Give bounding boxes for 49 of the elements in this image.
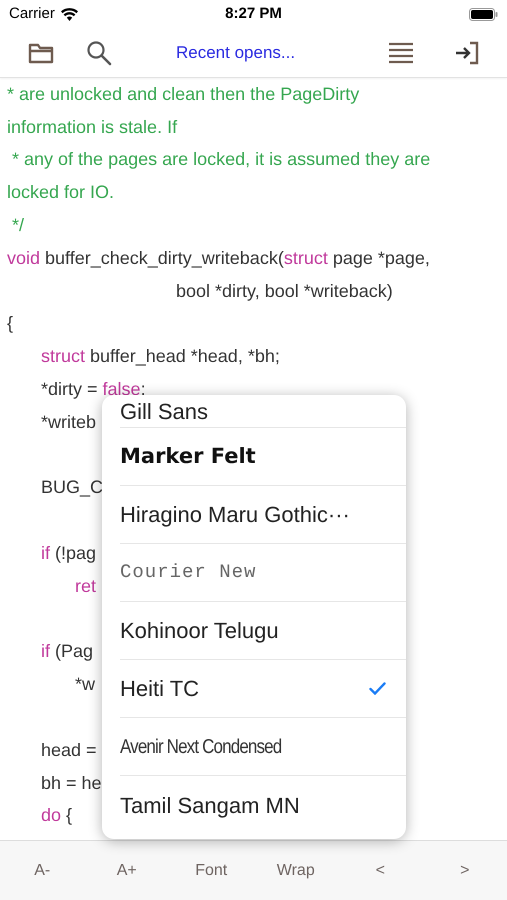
font-name: Marker Felt xyxy=(120,442,256,470)
code-line: * any of the pages are locked, it is assumed they are xyxy=(11,148,430,172)
code-line: head = xyxy=(41,738,97,762)
code-line: locked for IO. xyxy=(7,181,114,204)
font-name: Heiti TC xyxy=(120,675,200,703)
font-option[interactable]: Avenir Next Condensed xyxy=(120,718,406,776)
font-option[interactable]: Marker Felt xyxy=(120,428,406,486)
code-line: { xyxy=(7,312,14,336)
code-line: *w xyxy=(75,673,96,696)
sign-in-icon[interactable] xyxy=(455,40,479,64)
font-name: Gill Sans xyxy=(120,398,208,426)
toolbar-button[interactable]: > xyxy=(456,858,474,882)
battery-icon xyxy=(469,8,498,20)
code-line: if (Pag xyxy=(41,640,94,664)
carrier-label: Carrier xyxy=(9,4,55,24)
toolbar-button[interactable]: A- xyxy=(30,858,54,882)
code-line: BUG_C xyxy=(41,476,104,500)
toolbar-button[interactable]: < xyxy=(372,858,389,882)
toolbar-button[interactable]: A+ xyxy=(112,858,141,882)
wifi-icon xyxy=(60,8,78,20)
font-option[interactable]: Tamil Sangam MN xyxy=(120,776,406,834)
font-name: Hiragino Maru Gothic··· xyxy=(120,501,350,529)
font-option[interactable]: Courier New xyxy=(120,544,406,602)
code-line: if (!pag xyxy=(41,542,96,566)
code-line: *writeb xyxy=(41,410,96,434)
font-option[interactable]: Gill Sans xyxy=(120,395,406,428)
font-name: Avenir Next Condensed xyxy=(120,734,282,760)
toolbar-button[interactable]: Wrap xyxy=(272,858,319,882)
font-name: Kohinoor Telugu xyxy=(120,617,279,645)
checkmark-icon xyxy=(369,682,386,695)
code-line: information is stale. If xyxy=(7,116,178,139)
code-line: */ xyxy=(11,214,24,238)
code-line: void buffer_check_dirty_writeback(struct page *page, xyxy=(7,246,430,270)
font-option[interactable]: Kohinoor Telugu xyxy=(120,602,406,660)
font-option[interactable]: Heiti TC xyxy=(120,660,406,718)
toolbar-button[interactable]: Font xyxy=(191,858,232,882)
recent-opens-button[interactable]: Recent opens... xyxy=(176,40,296,66)
search-icon[interactable] xyxy=(86,40,112,66)
code-line: ret xyxy=(75,574,96,598)
code-line: bh = he xyxy=(41,772,102,795)
code-line: bool *dirty, bool *writeback) xyxy=(176,280,393,303)
font-option[interactable]: Hiragino Maru Gothic··· xyxy=(120,486,406,544)
code-line: do { xyxy=(41,804,72,828)
code-line: * are unlocked and clean then the PageDirty xyxy=(7,82,360,106)
font-name: Courier New xyxy=(120,560,256,586)
font-name: Tamil Sangam MN xyxy=(120,792,300,820)
code-line: struct buffer_head *head, *bh; xyxy=(41,345,280,368)
clock-time: 8:27 PM xyxy=(225,4,282,24)
menu-icon[interactable] xyxy=(388,42,414,64)
